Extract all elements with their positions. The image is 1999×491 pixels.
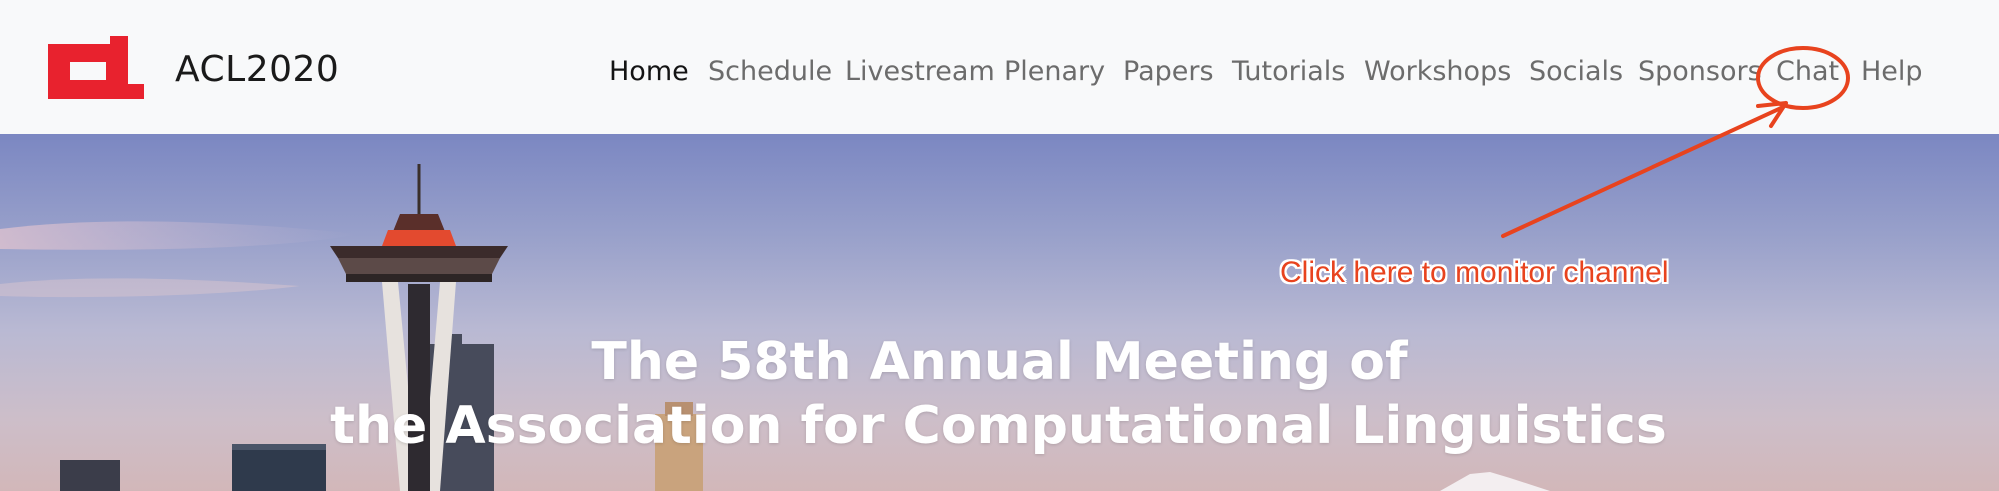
nav-tutorials[interactable]: Tutorials: [1232, 53, 1345, 91]
hero-title-line1: The 58th Annual Meeting of: [591, 332, 1408, 392]
hero-title-line2: the Association for Computational Lingui…: [330, 396, 1667, 456]
nav-socials[interactable]: Socials: [1529, 53, 1623, 91]
nav-chat[interactable]: Chat: [1776, 53, 1839, 91]
nav-workshops[interactable]: Workshops: [1364, 53, 1511, 91]
nav-sponsors[interactable]: Sponsors: [1638, 53, 1762, 91]
nav-home[interactable]: Home: [609, 53, 689, 91]
acl-logo-icon[interactable]: [48, 36, 144, 99]
nav-schedule[interactable]: Schedule: [708, 53, 832, 91]
nav-livestream[interactable]: Livestream: [845, 53, 995, 91]
nav-help[interactable]: Help: [1861, 53, 1923, 91]
annotation-callout-text: Click here to monitor channel: [1280, 256, 1669, 289]
nav-plenary[interactable]: Plenary: [1004, 53, 1105, 91]
site-brand[interactable]: ACL2020: [175, 48, 339, 92]
nav-papers[interactable]: Papers: [1123, 53, 1214, 91]
hero-banner: The 58th Annual Meeting of the Associati…: [0, 134, 1999, 491]
top-navbar: ACL2020 Home Schedule Livestream Plenary…: [0, 0, 1999, 134]
